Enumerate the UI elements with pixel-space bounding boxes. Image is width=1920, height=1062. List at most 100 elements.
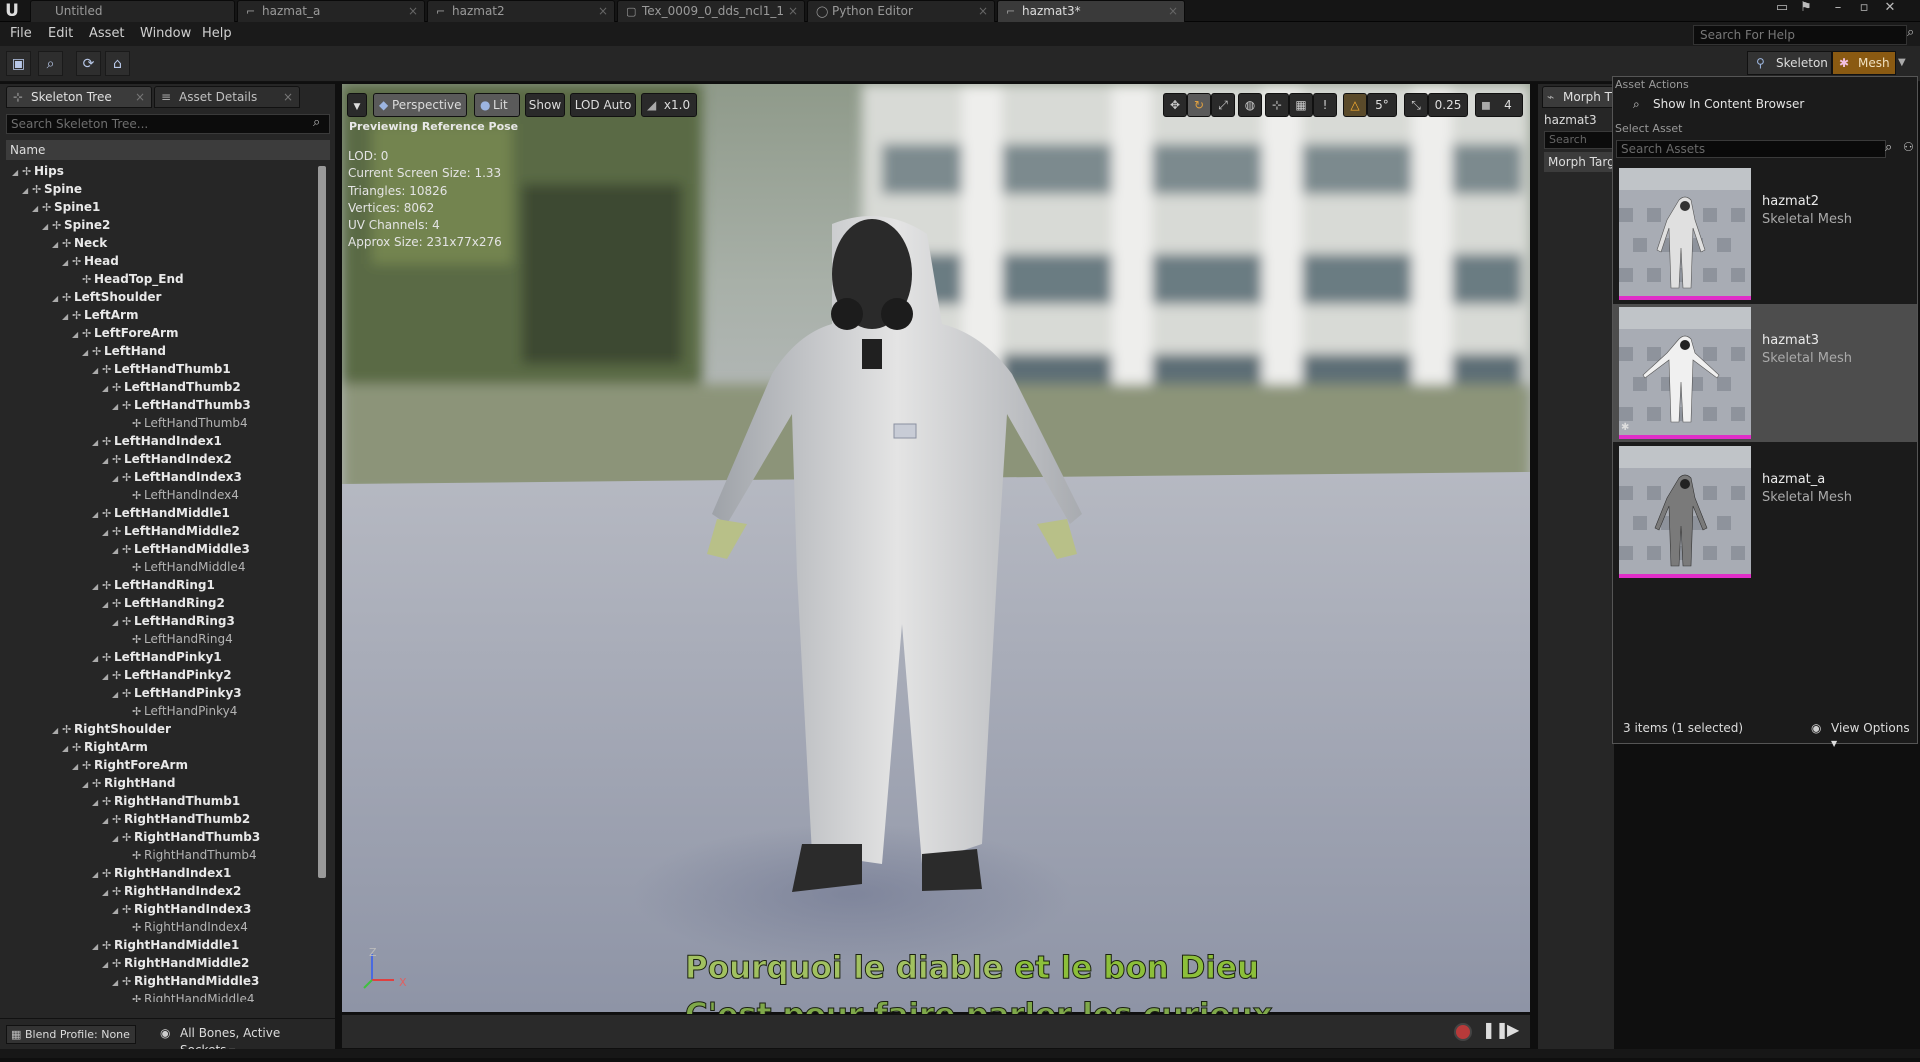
expand-arrow-icon[interactable]: ◢ [102,596,112,614]
column-header-name[interactable]: Name [6,140,330,160]
browse-icon[interactable]: ⌕ [38,51,63,76]
bone-row[interactable]: ◢ ✢ LeftHandMiddle2 [102,522,240,540]
bone-filter-dropdown[interactable]: ◉All Bones, Active Sockets ▼ [158,1025,330,1057]
expand-arrow-icon[interactable]: ◢ [82,344,92,362]
show-in-content-browser-button[interactable]: ⌕ Show In Content Browser [1633,95,1804,113]
expand-arrow-icon[interactable]: ◢ [102,452,112,470]
menu-file[interactable]: File [10,22,32,46]
bone-row[interactable]: ◢ ✢ LeftHand [82,342,166,360]
bone-row[interactable]: ✢ LeftHandIndex4 [122,486,239,504]
bone-row[interactable]: ◢ ✢ RightHand [82,774,176,792]
asset-item-hazmat-a[interactable]: hazmat_a Skeletal Mesh [1613,443,1917,581]
close-icon[interactable]: × [788,1,798,22]
expand-arrow-icon[interactable]: ◢ [62,308,72,326]
bone-row[interactable]: ✢ RightHandIndex4 [122,918,248,936]
surface-snap-icon[interactable]: ⊹ [1265,93,1289,117]
bone-row[interactable]: ◢ ✢ LeftHandIndex2 [102,450,232,468]
bone-row[interactable]: ◢ ✢ LeftShoulder [52,288,161,306]
bone-row[interactable]: ◢ ✢ RightShoulder [52,720,171,738]
expand-arrow-icon[interactable]: ◢ [92,938,102,956]
scale-snap-icon[interactable]: ⤡ [1404,93,1428,117]
expand-arrow-icon[interactable]: ◢ [102,524,112,542]
user-icon[interactable]: ⚇ [1903,140,1914,154]
expand-arrow-icon[interactable]: ◢ [62,254,72,272]
expand-arrow-icon[interactable]: ◢ [112,398,122,416]
chevron-down-icon[interactable]: ▼ [1898,51,1912,75]
search-icon[interactable]: ⌕ [313,115,320,130]
bone-row[interactable]: ✢ LeftHandPinky4 [122,702,237,720]
menu-edit[interactable]: Edit [48,22,73,46]
mesh-mode-button[interactable]: ✱ Mesh [1832,51,1896,75]
expand-arrow-icon[interactable]: ◢ [62,740,72,758]
feedback-icon[interactable]: ▭ [1770,0,1794,18]
bone-row[interactable]: ◢ ✢ LeftArm [62,306,138,324]
search-icon[interactable]: ⌕ [1907,25,1920,45]
expand-arrow-icon[interactable]: ◢ [92,578,102,596]
bone-row[interactable]: ◢ ✢ RightHandThumb1 [92,792,240,810]
expand-arrow-icon[interactable]: ◢ [92,506,102,524]
pause-icon[interactable]: ❚❚ [1482,1020,1509,1039]
expand-arrow-icon[interactable]: ◢ [42,218,52,236]
rotate-icon[interactable]: ↻ [1187,93,1211,117]
perspective-button[interactable]: ◆ Perspective [373,93,467,117]
expand-arrow-icon[interactable]: ◢ [32,200,42,218]
expand-arrow-icon[interactable]: ◢ [112,614,122,632]
camera-speed-button[interactable]: ◼ 4 [1475,93,1523,117]
help-search-input[interactable]: Search For Help [1693,25,1907,45]
menu-window[interactable]: Window [140,22,191,46]
expand-arrow-icon[interactable]: ◢ [112,542,122,560]
expand-arrow-icon[interactable]: ◢ [92,650,102,668]
bone-row[interactable]: ◢ ✢ LeftHandPinky3 [112,684,242,702]
record-icon[interactable] [1454,1023,1472,1041]
bone-row[interactable]: ◢ ✢ RightHandIndex2 [102,882,241,900]
home-icon[interactable]: ⌂ [105,51,130,76]
bone-row[interactable]: ◢ ✢ RightHandMiddle2 [102,954,249,972]
bone-row[interactable]: ◢ ✢ LeftHandThumb1 [92,360,231,378]
reimport-icon[interactable]: ⟳ [76,51,101,76]
expand-arrow-icon[interactable]: ◢ [102,956,112,974]
bone-row[interactable]: ◢ ✢ RightHandMiddle1 [92,936,239,954]
timeline-bar[interactable]: ❚❚ ▶ [342,1014,1530,1048]
expand-arrow-icon[interactable]: ◢ [52,722,62,740]
skeleton-search-input[interactable]: Search Skeleton Tree... [6,114,330,134]
expand-arrow-icon[interactable]: ◢ [52,236,62,254]
angle-snap-value[interactable]: 5° [1367,93,1397,117]
minimize-icon[interactable]: – [1826,0,1850,18]
bone-row[interactable]: ✢ LeftHandMiddle4 [122,558,245,576]
bone-row[interactable]: ◢ ✢ LeftHandIndex1 [92,432,222,450]
tab-hazmat3[interactable]: ⌐ hazmat3* × [997,0,1185,22]
bone-row[interactable]: ◢ ✢ LeftHandIndex3 [112,468,242,486]
expand-arrow-icon[interactable]: ◢ [92,794,102,812]
close-window-icon[interactable]: ✕ [1878,0,1902,18]
bone-row[interactable]: ◢ ✢ Spine2 [42,216,110,234]
bone-row[interactable]: ◢ ✢ LeftHandMiddle3 [112,540,250,558]
viewport-menu-button[interactable]: ▼ [347,93,367,117]
show-button[interactable]: Show [525,93,565,117]
expand-arrow-icon[interactable]: ◢ [112,974,122,992]
bone-row[interactable]: ◢ ✢ RightHandMiddle3 [112,972,259,990]
asset-item-hazmat3[interactable]: ✱ hazmat3 Skeletal Mesh [1613,304,1917,442]
expand-arrow-icon[interactable]: ◢ [112,902,122,920]
close-icon[interactable]: × [978,1,988,22]
expand-arrow-icon[interactable]: ◢ [102,380,112,398]
tab-morph-targets[interactable]: ⌁ Morph T [1542,86,1622,108]
expand-arrow-icon[interactable]: ◢ [112,686,122,704]
bone-row[interactable]: ◢ ✢ Neck [52,234,107,252]
bone-row[interactable]: ◢ ✢ LeftHandRing3 [112,612,235,630]
tab-python-editor[interactable]: ◯ Python Editor × [807,0,995,22]
tree-scrollbar[interactable] [318,166,326,878]
close-icon[interactable]: × [598,1,608,22]
grid-snap-icon[interactable]: ▦ [1289,93,1313,117]
expand-arrow-icon[interactable]: ◢ [92,434,102,452]
bone-row[interactable]: ◢ ✢ LeftHandThumb3 [112,396,251,414]
close-icon[interactable]: × [135,87,145,107]
bone-row[interactable]: ◢ ✢ LeftHandThumb2 [102,378,241,396]
bone-row[interactable]: ◢ ✢ Spine [22,180,82,198]
expand-arrow-icon[interactable]: ◢ [92,866,102,884]
bone-row[interactable]: ◢ ✢ RightHandThumb2 [102,810,250,828]
expand-arrow-icon[interactable]: ◢ [102,668,112,686]
expand-arrow-icon[interactable]: ◢ [92,362,102,380]
unreal-logo-icon[interactable]: U [0,0,24,22]
morph-search-input[interactable]: Search [1544,131,1614,149]
bone-row[interactable]: ◢ ✢ LeftHandPinky1 [92,648,222,666]
